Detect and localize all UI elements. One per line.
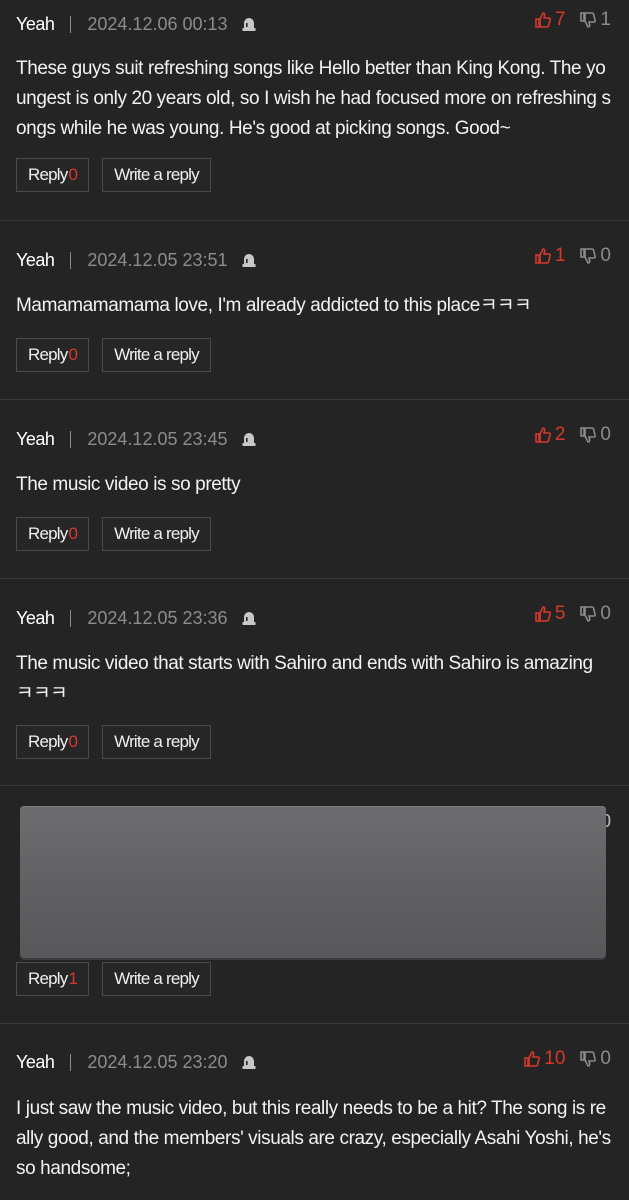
comment-actions: Reply 0 Write a reply — [16, 338, 224, 374]
write-reply-button[interactable]: Write a reply — [102, 338, 211, 372]
siren-icon[interactable] — [240, 15, 258, 33]
comment-text: Mamamamamama love, I'm already addicted … — [16, 295, 532, 316]
reply-count: 0 — [68, 345, 78, 364]
meta-separator — [70, 430, 72, 448]
like-count: 5 — [554, 603, 566, 624]
write-reply-button[interactable]: Write a reply — [102, 962, 211, 996]
like-button[interactable]: 7 — [534, 9, 566, 31]
comment-actions: Reply 0 Write a reply — [16, 158, 224, 194]
like-count: 1 — [554, 245, 566, 266]
comment-text: I just saw the music video, but this rea… — [16, 1098, 611, 1179]
comment-date: 2024.12.05 23:45 — [87, 428, 228, 449]
comment-actions: Reply 1 Write a reply — [16, 962, 224, 998]
thumbs-down-icon — [580, 248, 597, 264]
reply-count: 0 — [68, 165, 78, 184]
meta-separator — [70, 609, 72, 627]
meta-separator — [70, 1053, 72, 1071]
dislike-count: 1 — [600, 9, 611, 30]
dislike-button[interactable]: 1 — [579, 9, 611, 31]
comment-meta: Yeah 2024.12.05 23:51 — [16, 248, 258, 272]
comment: Yeah 2024.12.05 23:45 2 0 The music vide… — [0, 400, 629, 579]
vote-box: 7 1 — [534, 8, 611, 32]
thumbs-down-icon — [580, 606, 597, 622]
thumbs-down-icon — [580, 1051, 597, 1067]
write-reply-button[interactable]: Write a reply — [102, 158, 211, 192]
thumbs-up-icon — [535, 12, 551, 28]
thumbs-up-icon — [524, 1051, 541, 1067]
comment-meta: Yeah 2024.12.05 23:20 — [16, 1050, 258, 1074]
dislike-button[interactable]: 0 — [579, 245, 611, 267]
siren-icon[interactable] — [240, 251, 258, 269]
meta-separator — [70, 15, 72, 33]
thumbs-down-icon — [580, 12, 597, 28]
dislike-button[interactable]: 0 — [579, 424, 611, 446]
siren-icon[interactable] — [240, 1053, 258, 1071]
comment-date: 2024.12.05 23:51 — [87, 249, 228, 270]
comment: Yeah 2024.12.05 23:51 1 0 Mamamamamama l… — [0, 221, 629, 400]
comment-meta: Yeah 2024.12.06 00:13 — [16, 12, 258, 36]
comment-meta: Yeah 2024.12.05 23:36 — [16, 606, 258, 630]
dislike-count: 0 — [600, 245, 611, 266]
reply-button[interactable]: Reply 1 — [16, 962, 90, 996]
comment-text: The music video that starts with Sahiro … — [16, 653, 593, 704]
comment: Yeah 2024.12.05 23:36 5 0 The music vide… — [0, 579, 629, 786]
like-button[interactable]: 1 — [534, 245, 566, 267]
reply-label: Reply — [28, 165, 68, 184]
comment-meta: Yeah 2024.12.05 23:45 — [16, 427, 258, 451]
like-button[interactable]: 10 — [523, 1048, 565, 1070]
comment: Yeah 2024.12.06 00:13 7 1 These guys sui… — [0, 0, 629, 221]
reply-count: 1 — [68, 969, 78, 988]
like-count: 10 — [544, 1048, 566, 1069]
like-count: 2 — [554, 424, 566, 445]
like-count: 7 — [554, 9, 566, 30]
write-reply-button[interactable]: Write a reply — [102, 517, 211, 551]
thumbs-down-icon — [580, 427, 597, 443]
siren-icon[interactable] — [240, 430, 258, 448]
reply-label: Reply — [28, 732, 68, 751]
write-reply-button[interactable]: Write a reply — [102, 725, 211, 759]
thumbs-up-icon — [535, 248, 551, 264]
dislike-button[interactable]: 0 — [579, 1048, 611, 1070]
comment-author[interactable]: Yeah — [16, 1052, 55, 1073]
reply-label: Reply — [28, 524, 68, 543]
vote-box: 5 0 — [534, 602, 611, 626]
thumbs-up-icon — [535, 427, 551, 443]
comment-author[interactable]: Yeah — [16, 429, 55, 450]
comment-date: 2024.12.06 00:13 — [87, 13, 228, 34]
vote-box: 2 0 — [534, 423, 611, 447]
siren-icon[interactable] — [240, 609, 258, 627]
comment-date: 2024.12.05 23:36 — [87, 607, 228, 628]
comment-author[interactable]: Yeah — [16, 14, 55, 35]
meta-separator — [70, 251, 72, 269]
comment-actions: Reply 0 Write a reply — [16, 725, 224, 761]
comment-date: 2024.12.05 23:20 — [87, 1051, 228, 1072]
comment-text: These guys suit refreshing songs like He… — [16, 58, 611, 139]
dislike-count: 0 — [600, 1048, 611, 1069]
redaction-block — [20, 806, 606, 958]
vote-box: 10 0 — [523, 1047, 611, 1071]
comment-text: The music video is so pretty — [16, 474, 241, 495]
reply-button[interactable]: Reply 0 — [16, 158, 90, 192]
like-button[interactable]: 5 — [534, 603, 566, 625]
comment-author[interactable]: Yeah — [16, 250, 55, 271]
comment-author[interactable]: Yeah — [16, 608, 55, 629]
like-button[interactable]: 2 — [534, 424, 566, 446]
comment-actions: Reply 0 Write a reply — [16, 517, 224, 553]
reply-button[interactable]: Reply 0 — [16, 338, 90, 372]
reply-count: 0 — [68, 732, 78, 751]
dislike-button[interactable]: 0 — [579, 603, 611, 625]
reply-label: Reply — [28, 969, 68, 988]
vote-box: 1 0 — [534, 244, 611, 268]
reply-count: 0 — [68, 524, 78, 543]
thumbs-up-icon — [535, 606, 551, 622]
comment: Yeah 2024.12.05 23:20 10 0 I just saw th… — [0, 1024, 629, 1200]
dislike-count: 0 — [600, 603, 611, 624]
dislike-count: 0 — [600, 424, 611, 445]
reply-label: Reply — [28, 345, 68, 364]
reply-button[interactable]: Reply 0 — [16, 517, 90, 551]
reply-button[interactable]: Reply 0 — [16, 725, 90, 759]
